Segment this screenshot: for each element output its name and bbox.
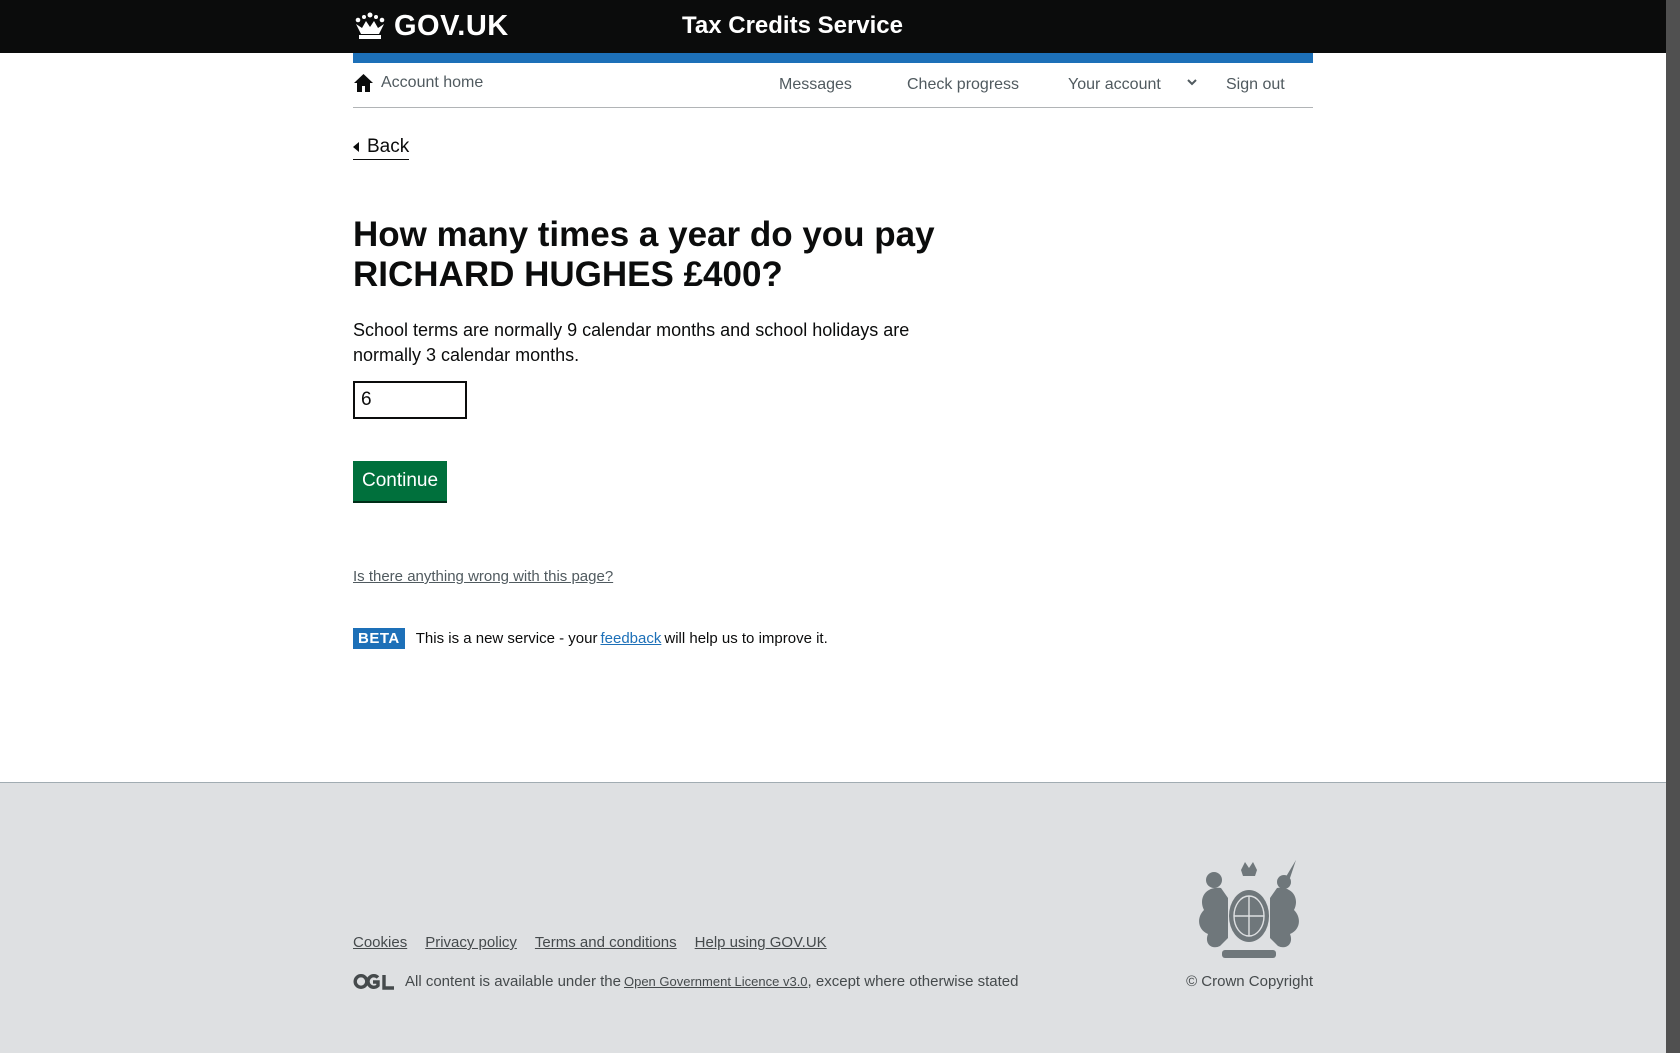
page: GOV.UK Tax Credits Service Account home … [0, 0, 1666, 1053]
footer-link-help[interactable]: Help using GOV.UK [695, 934, 827, 951]
footer-link-terms[interactable]: Terms and conditions [535, 934, 677, 951]
heading-line-2: RICHARD HUGHES £400? [353, 255, 783, 294]
beta-text-before: This is a new service - your [415, 630, 598, 647]
licence-row: All content is available under the Open … [353, 973, 1019, 990]
govuk-logo-link[interactable]: GOV.UK [353, 10, 509, 42]
your-account-link[interactable]: Your account [1068, 76, 1161, 94]
ogl-logo-icon [353, 973, 394, 990]
service-name-link[interactable]: Tax Credits Service [682, 12, 903, 40]
logo-text: GOV.UK [394, 9, 509, 42]
chevron-down-icon[interactable] [1185, 75, 1199, 89]
page-heading: How many times a year do you pay RICHARD… [353, 215, 953, 295]
home-icon [354, 74, 373, 92]
footer-link-cookies[interactable]: Cookies [353, 934, 407, 951]
beta-banner: BETA This is a new service - your feedba… [353, 628, 828, 649]
footer-link-privacy[interactable]: Privacy policy [425, 934, 517, 951]
account-home-link[interactable]: Account home [353, 73, 483, 93]
footer-links: Cookies Privacy policy Terms and conditi… [353, 934, 845, 951]
royal-crest-icon [1199, 860, 1299, 958]
licence-text-after: , except where otherwise stated [807, 973, 1019, 990]
account-home-label: Account home [381, 74, 484, 91]
window-edge [1666, 0, 1680, 1053]
crown-icon [355, 12, 385, 39]
beta-tag: BETA [353, 628, 405, 649]
licence-text-before: All content is available under the [405, 973, 621, 990]
account-nav: Account home Messages Check progress You… [353, 63, 1313, 108]
back-arrow-icon [353, 142, 359, 152]
hint-line-2: normally 3 calendar months. [353, 345, 580, 365]
sign-out-link[interactable]: Sign out [1226, 76, 1285, 94]
times-per-year-input[interactable] [353, 381, 467, 419]
feedback-link[interactable]: feedback [600, 630, 661, 647]
check-progress-link[interactable]: Check progress [907, 76, 1019, 94]
global-header: GOV.UK Tax Credits Service [0, 0, 1666, 53]
beta-text-after: will help us to improve it. [664, 630, 828, 647]
hint-line-1: School terms are normally 9 calendar mon… [353, 320, 910, 340]
messages-link[interactable]: Messages [779, 76, 852, 94]
header-blue-bar [353, 53, 1313, 63]
report-problem-link[interactable]: Is there anything wrong with this page? [353, 568, 613, 585]
copyright-text: © Crown Copyright [1186, 973, 1313, 990]
heading-line-1: How many times a year do you pay [353, 215, 935, 254]
hint-text: School terms are normally 9 calendar mon… [353, 318, 933, 368]
licence-link[interactable]: Open Government Licence v3.0 [624, 974, 808, 989]
continue-button[interactable]: Continue [353, 461, 447, 501]
back-label: Back [367, 136, 410, 157]
global-footer: Cookies Privacy policy Terms and conditi… [0, 782, 1666, 1053]
back-link[interactable]: Back [353, 136, 410, 160]
